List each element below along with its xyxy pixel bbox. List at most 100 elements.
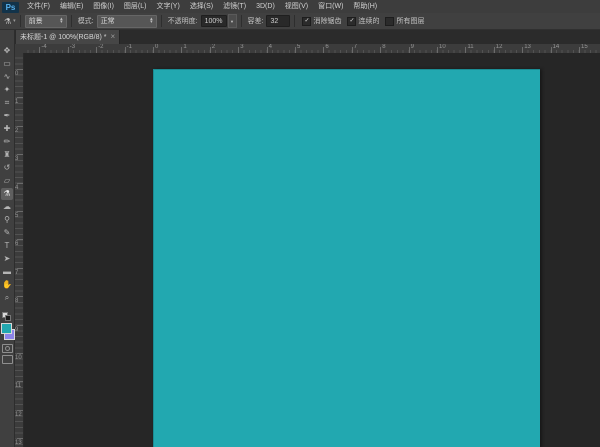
- eraser-tool[interactable]: ▱: [1, 175, 13, 187]
- menu-item[interactable]: 滤镜(T): [218, 0, 251, 13]
- ruler-label: 4: [269, 44, 272, 51]
- opacity-label: 不透明度:: [168, 16, 198, 26]
- ruler-label: 5: [297, 44, 300, 51]
- menu-item[interactable]: 文件(F): [22, 0, 55, 13]
- type-tool[interactable]: T: [1, 240, 13, 252]
- ruler-label: 9: [15, 327, 18, 333]
- quick-selection-tool[interactable]: ✦: [1, 84, 13, 96]
- zoom-tool[interactable]: ⌕: [1, 292, 13, 304]
- toolbox-panel: ✥▭∿✦⌗✒✚✏♜↺▱⚗☁⚲✎T➤▬✋⌕: [0, 30, 15, 447]
- ruler-label: 13: [524, 44, 531, 51]
- ruler-label: -1: [127, 44, 132, 51]
- fill-source-dropdown[interactable]: 前景 ▴▾: [25, 15, 67, 28]
- ruler-label: 1: [15, 99, 18, 105]
- brush-tool[interactable]: ✏: [1, 136, 13, 148]
- screen-mode-button[interactable]: [2, 355, 13, 364]
- menu-item[interactable]: 选择(S): [185, 0, 218, 13]
- checkbox-label: 连续的: [358, 16, 379, 26]
- separator: [20, 15, 21, 27]
- mode-dropdown[interactable]: 正常 ▴▾: [97, 15, 157, 28]
- mode-label: 模式:: [78, 16, 94, 26]
- ruler-label: 10: [439, 44, 446, 51]
- move-tool[interactable]: ✥: [1, 45, 13, 57]
- chevron-down-icon: ▾: [13, 18, 16, 24]
- document-tab[interactable]: 未标题-1 @ 100%(RGB/8) * ×: [16, 30, 120, 44]
- menu-item[interactable]: 3D(D): [251, 0, 280, 13]
- vertical-ruler[interactable]: 012345678910111213: [15, 53, 24, 447]
- ruler-label: -4: [41, 44, 46, 51]
- ruler-tick: [17, 410, 23, 411]
- ruler-label: 13: [15, 440, 22, 446]
- ruler-label: 15: [581, 44, 588, 51]
- lasso-tool[interactable]: ∿: [1, 71, 13, 83]
- fill-source-value: 前景: [29, 16, 43, 26]
- clone-stamp-tool[interactable]: ♜: [1, 149, 13, 161]
- ruler-label: 2: [212, 44, 215, 51]
- option-checkbox[interactable]: 所有图层: [385, 16, 424, 26]
- canvas[interactable]: [153, 69, 540, 447]
- foreground-color-swatch[interactable]: [1, 323, 12, 334]
- crop-tool[interactable]: ⌗: [1, 97, 13, 109]
- hand-tool[interactable]: ✋: [1, 279, 13, 291]
- ruler-label: 0: [155, 44, 158, 51]
- ruler-label: 11: [467, 44, 473, 51]
- ruler-label: 3: [240, 44, 243, 51]
- checkbox-unchecked-icon[interactable]: [385, 17, 394, 26]
- menu-item[interactable]: 编辑(E): [55, 0, 88, 13]
- option-checkbox[interactable]: ✓消除锯齿: [302, 16, 341, 26]
- document-area: 未标题-1 @ 100%(RGB/8) * × -4-3-2-101234567…: [15, 30, 600, 447]
- menu-item[interactable]: 帮助(H): [348, 0, 382, 13]
- tolerance-input[interactable]: 32: [266, 15, 290, 27]
- ruler-label: 7: [15, 270, 18, 276]
- history-brush-tool[interactable]: ↺: [1, 162, 13, 174]
- dodge-tool[interactable]: ⚲: [1, 214, 13, 226]
- ruler-tick: [17, 239, 23, 240]
- pasteboard[interactable]: [24, 53, 600, 447]
- dropdown-arrows-icon: ▴▾: [60, 18, 63, 24]
- ruler-label: 3: [15, 156, 18, 162]
- photoshop-logo-icon: Ps: [2, 2, 19, 13]
- ruler-label: 7: [354, 44, 357, 51]
- ruler-label: 1: [183, 44, 186, 51]
- opacity-input[interactable]: 100%: [201, 15, 227, 27]
- ruler-tick: [17, 69, 23, 70]
- photoshop-window: { "app": { "logo": "Ps" }, "menu_bar": {…: [0, 0, 600, 447]
- paint-bucket-icon: ⚗: [4, 17, 11, 26]
- content-area: 012345678910111213: [15, 53, 600, 447]
- dropdown-arrows-icon: ▴▾: [150, 18, 153, 24]
- checkbox-checked-icon[interactable]: ✓: [347, 17, 356, 26]
- ruler-tick: [17, 353, 23, 354]
- option-checkbox[interactable]: ✓连续的: [347, 16, 379, 26]
- main-area: ✥▭∿✦⌗✒✚✏♜↺▱⚗☁⚲✎T➤▬✋⌕ 未标题-1 @ 100%(RGB/8)…: [0, 30, 600, 447]
- menu-item[interactable]: 窗口(W): [313, 0, 348, 13]
- default-colors-icon[interactable]: [2, 312, 10, 320]
- ruler-label: 10: [15, 355, 22, 361]
- tool-preset-picker[interactable]: ⚗ ▾: [4, 17, 16, 26]
- menu-item[interactable]: 文字(Y): [151, 0, 184, 13]
- ruler-label: 14: [553, 44, 560, 51]
- ruler-label: 5: [15, 213, 18, 219]
- paint-bucket-tool[interactable]: ⚗: [1, 188, 13, 200]
- ruler-label: 8: [15, 298, 18, 304]
- ruler-tick: [17, 381, 23, 382]
- checkbox-checked-icon[interactable]: ✓: [302, 17, 311, 26]
- quick-mask-button[interactable]: [2, 344, 13, 353]
- separator: [161, 15, 162, 27]
- ruler-label: 6: [325, 44, 328, 51]
- marquee-tool[interactable]: ▭: [1, 58, 13, 70]
- menu-item[interactable]: 图层(L): [119, 0, 152, 13]
- blur-tool[interactable]: ☁: [1, 201, 13, 213]
- ruler-label: 4: [15, 185, 18, 191]
- pen-tool[interactable]: ✎: [1, 227, 13, 239]
- shape-tool[interactable]: ▬: [1, 266, 13, 278]
- path-selection-tool[interactable]: ➤: [1, 253, 13, 265]
- menu-bar: Ps 文件(F)编辑(E)图像(I)图层(L)文字(Y)选择(S)滤镜(T)3D…: [0, 0, 600, 14]
- document-tab-title: 未标题-1 @ 100%(RGB/8) *: [20, 32, 106, 42]
- eyedropper-tool[interactable]: ✒: [1, 110, 13, 122]
- close-icon[interactable]: ×: [110, 33, 115, 41]
- healing-brush-tool[interactable]: ✚: [1, 123, 13, 135]
- menu-item[interactable]: 图像(I): [88, 0, 119, 13]
- opacity-slider-button[interactable]: ▼: [228, 14, 237, 28]
- ruler-tick: [17, 296, 23, 297]
- menu-item[interactable]: 视图(V): [280, 0, 313, 13]
